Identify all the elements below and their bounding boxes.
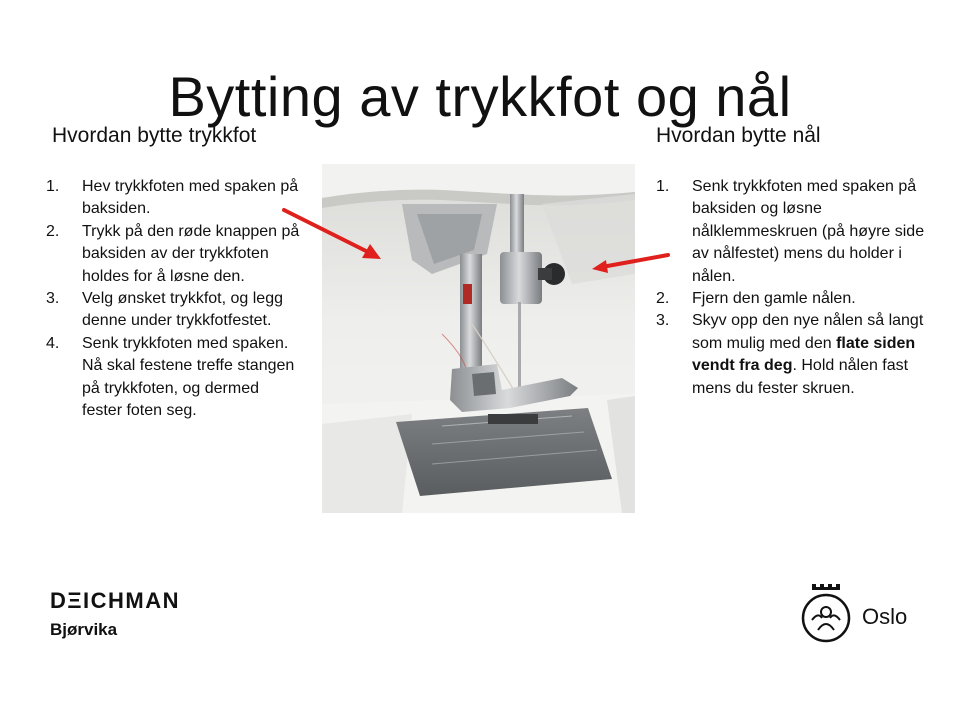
oslo-seal-icon — [801, 584, 851, 643]
step-number: 2. — [46, 222, 60, 240]
needle-steps: 1. Senk trykkfoten med spaken på baksiden… — [656, 176, 928, 400]
step-text: Hev trykkfoten med spaken på baksiden. — [82, 178, 299, 218]
step-number: 4. — [46, 334, 60, 352]
list-item: 2. Trykk på den røde knappen på baksiden … — [46, 221, 302, 288]
step-number: 1. — [46, 178, 60, 195]
page-title: Bytting av trykkfot og nål — [168, 64, 792, 128]
list-item: 3. Velg ønsket trykkfot, og legg denne un… — [46, 288, 302, 333]
presser-foot-heading: Hvordan bytte trykkfot — [52, 124, 257, 147]
step-text: Senk trykkfoten med spaken. Nå skal fest… — [82, 334, 295, 420]
left-red-arrow-icon — [282, 208, 381, 259]
oslo-wordmark: Oslo — [862, 604, 908, 629]
step-text: Velg ønsket trykkfot, og legg denne unde… — [82, 290, 283, 330]
list-item: 3. Skyv opp den nye nålen så langt som mu… — [656, 310, 928, 400]
list-item: 2. Fjern den gamle nålen. — [656, 288, 928, 310]
step-text: Skyv opp den nye nålen så langt som muli… — [692, 312, 923, 396]
needle-heading: Hvordan bytte nål — [656, 124, 821, 147]
list-item: 4. Senk trykkfoten med spaken. Nå skal fe… — [46, 333, 302, 423]
step-text: Trykk på den røde knappen på baksiden av… — [82, 222, 300, 285]
deichman-logo: DΞICHMAN Bjørvika — [50, 588, 180, 640]
deichman-wordmark: DΞICHMAN — [50, 588, 181, 613]
step-number: 2. — [656, 290, 670, 308]
step-number: 3. — [46, 290, 60, 308]
presser-foot-steps: 1. Hev trykkfoten med spaken på baksiden.… — [46, 176, 302, 422]
branch-name: Bjørvika — [50, 620, 118, 639]
step-number: 1. — [656, 178, 670, 195]
oslo-logo: Oslo — [800, 582, 930, 644]
list-item: 1. Senk trykkfoten med spaken på baksiden… — [656, 176, 928, 288]
list-item: 1. Hev trykkfoten med spaken på baksiden. — [46, 176, 302, 221]
step-text: Senk trykkfoten med spaken på baksiden o… — [692, 178, 925, 285]
step-number: 3. — [656, 312, 670, 330]
step-text: Fjern den gamle nålen. — [692, 290, 856, 308]
